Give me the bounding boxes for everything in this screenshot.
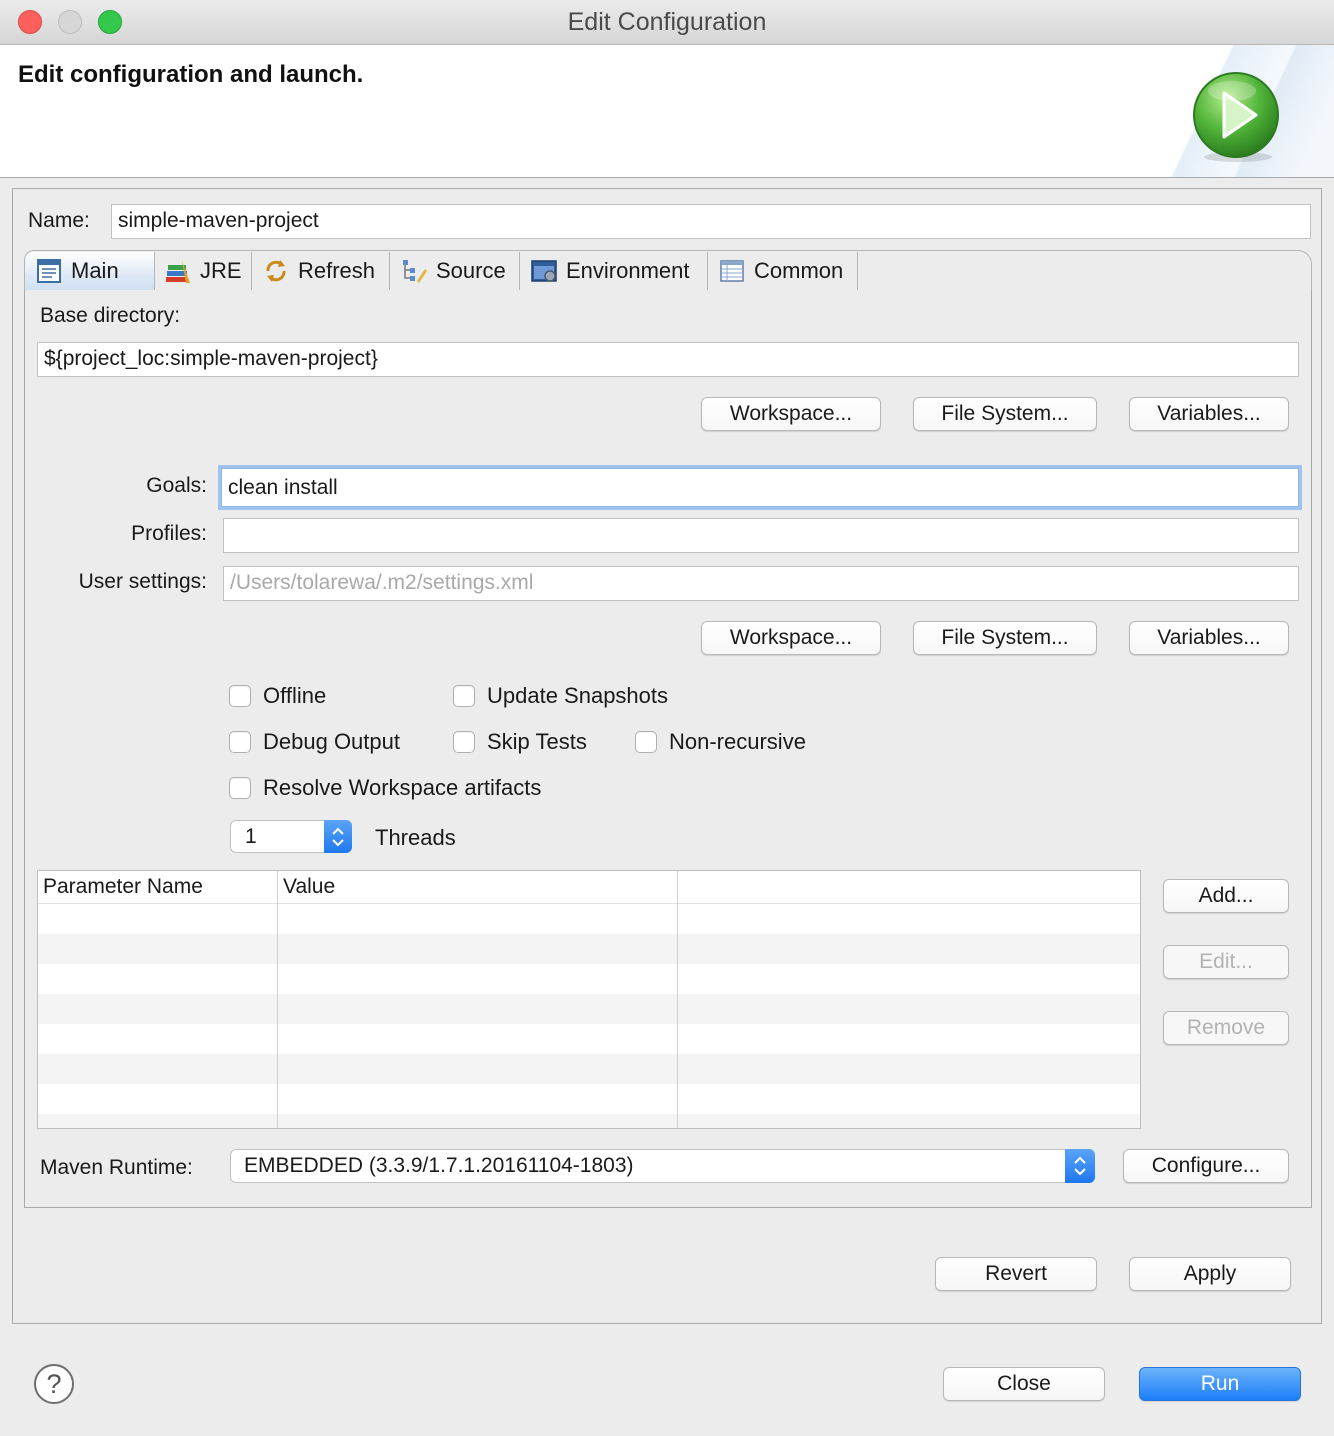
goals-input[interactable]: clean install — [221, 468, 1299, 507]
skip-tests-checkbox[interactable]: Skip Tests — [453, 729, 587, 755]
run-launch-icon — [1193, 72, 1279, 162]
user-settings-label: User settings: — [78, 570, 207, 593]
tab-environment[interactable]: Environment — [520, 252, 708, 290]
parameter-table[interactable]: Parameter Name Value — [37, 870, 1141, 1129]
skip-tests-label: Skip Tests — [487, 729, 587, 754]
threads-value: 1 — [245, 825, 257, 848]
edit-parameter-button[interactable]: Edit... — [1163, 945, 1289, 979]
update-snapshots-checkbox-box[interactable] — [453, 685, 475, 707]
jre-books-icon — [166, 261, 190, 283]
profiles-label: Profiles: — [131, 522, 207, 545]
table-row[interactable] — [38, 934, 1140, 964]
settings-workspace-button[interactable]: Workspace... — [701, 621, 881, 655]
tab-jre-label: JRE — [200, 258, 242, 283]
window-minimize-button[interactable] — [58, 10, 82, 34]
remove-parameter-button[interactable]: Remove — [1163, 1011, 1289, 1045]
column-separator — [677, 871, 678, 1128]
threads-stepper[interactable] — [324, 820, 352, 853]
table-row[interactable] — [38, 1024, 1140, 1054]
banner-title: Edit configuration and launch. — [18, 61, 364, 88]
apply-button[interactable]: Apply — [1129, 1257, 1291, 1291]
update-snapshots-label: Update Snapshots — [487, 683, 669, 708]
name-label: Name: — [28, 209, 90, 232]
select-arrows-icon — [1074, 1156, 1086, 1176]
debug-output-checkbox-box[interactable] — [229, 731, 251, 753]
settings-file-system-button[interactable]: File System... — [913, 621, 1097, 655]
profiles-input[interactable] — [223, 518, 1299, 553]
tab-refresh-label: Refresh — [298, 258, 376, 283]
add-parameter-button[interactable]: Add... — [1163, 879, 1289, 913]
main-tab-icon — [37, 259, 61, 283]
tab-jre[interactable]: JRE — [155, 252, 252, 290]
offline-checkbox[interactable]: Offline — [229, 683, 326, 709]
header-banner: Edit configuration and launch. — [0, 45, 1334, 178]
non-recursive-checkbox[interactable]: Non-recursive — [635, 729, 806, 755]
table-row[interactable] — [38, 1054, 1140, 1084]
table-row[interactable] — [38, 994, 1140, 1024]
base-workspace-button[interactable]: Workspace... — [701, 397, 881, 431]
user-settings-input[interactable]: /Users/tolarewa/.m2/settings.xml — [223, 566, 1299, 601]
skip-tests-checkbox-box[interactable] — [453, 731, 475, 753]
offline-checkbox-box[interactable] — [229, 685, 251, 707]
debug-output-label: Debug Output — [263, 729, 400, 754]
stepper-arrows-icon — [332, 827, 344, 847]
table-header-divider — [38, 903, 1140, 904]
common-table-icon — [720, 260, 744, 282]
tab-main-label: Main — [71, 258, 119, 283]
maven-runtime-label: Maven Runtime: — [40, 1156, 193, 1179]
settings-variables-button[interactable]: Variables... — [1129, 621, 1289, 655]
column-header-parameter-name[interactable]: Parameter Name — [38, 871, 277, 903]
column-header-value[interactable]: Value — [278, 871, 677, 903]
resolve-workspace-checkbox-box[interactable] — [229, 777, 251, 799]
table-row[interactable] — [38, 964, 1140, 994]
configure-runtime-button[interactable]: Configure... — [1123, 1149, 1289, 1183]
close-button[interactable]: Close — [943, 1367, 1105, 1401]
tab-main[interactable]: Main — [25, 252, 155, 290]
resolve-workspace-label: Resolve Workspace artifacts — [263, 775, 542, 800]
threads-spinner[interactable]: 1 — [230, 820, 352, 853]
tab-refresh[interactable]: Refresh — [252, 252, 390, 290]
maven-runtime-selected: EMBEDDED (3.3.9/1.7.1.20161104-1803) — [244, 1154, 634, 1177]
goals-label: Goals: — [146, 474, 207, 497]
run-button[interactable]: Run — [1139, 1367, 1301, 1401]
resolve-workspace-checkbox[interactable]: Resolve Workspace artifacts — [229, 775, 541, 801]
update-snapshots-checkbox[interactable]: Update Snapshots — [453, 683, 668, 709]
base-variables-button[interactable]: Variables... — [1129, 397, 1289, 431]
non-recursive-checkbox-box[interactable] — [635, 731, 657, 753]
offline-label: Offline — [263, 683, 327, 708]
table-row[interactable] — [38, 904, 1140, 934]
tab-source-label: Source — [436, 258, 506, 283]
window-title: Edit Configuration — [567, 8, 767, 36]
base-directory-input[interactable]: ${project_loc:simple-maven-project} — [37, 342, 1299, 377]
title-bar: Edit Configuration — [0, 0, 1334, 45]
tab-source[interactable]: Source — [390, 252, 520, 290]
maven-runtime-select[interactable]: EMBEDDED (3.3.9/1.7.1.20161104-1803) — [230, 1149, 1095, 1183]
maven-runtime-dropdown-toggle[interactable] — [1065, 1149, 1095, 1183]
window-zoom-button[interactable] — [98, 10, 122, 34]
non-recursive-label: Non-recursive — [669, 729, 806, 754]
refresh-icon — [266, 260, 286, 282]
name-input[interactable]: simple-maven-project — [111, 204, 1311, 239]
tab-environment-label: Environment — [566, 258, 690, 283]
tab-common-label: Common — [754, 258, 844, 283]
column-separator — [277, 871, 278, 1128]
table-row[interactable] — [38, 1084, 1140, 1114]
source-tree-icon — [403, 260, 427, 283]
threads-label: Threads — [375, 825, 456, 850]
help-icon[interactable]: ? — [34, 1364, 74, 1404]
environment-icon — [531, 260, 557, 282]
base-directory-label: Base directory: — [40, 304, 181, 327]
base-file-system-button[interactable]: File System... — [913, 397, 1097, 431]
tab-common[interactable]: Common — [708, 252, 858, 290]
table-row[interactable] — [38, 1114, 1140, 1128]
window-close-button[interactable] — [18, 10, 42, 34]
debug-output-checkbox[interactable]: Debug Output — [229, 729, 400, 755]
revert-button[interactable]: Revert — [935, 1257, 1097, 1291]
